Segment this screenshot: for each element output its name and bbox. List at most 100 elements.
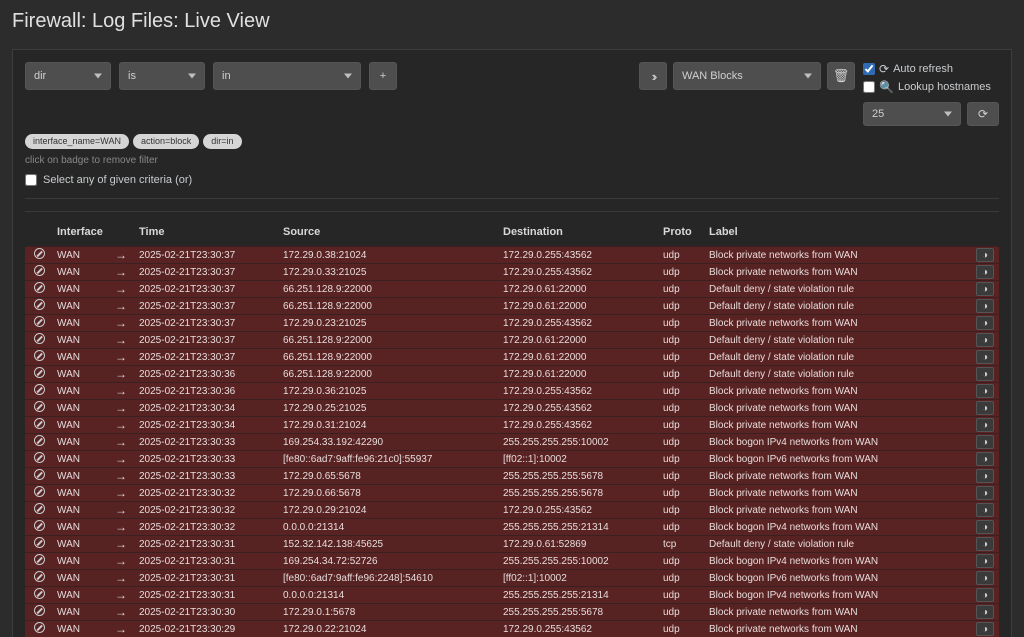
- arrow-right-icon: →: [115, 316, 127, 330]
- log-table: Interface Time Source Destination Proto …: [25, 218, 999, 637]
- cell-source: 0.0.0.0:21314: [279, 519, 499, 536]
- row-info-button[interactable]: ◑: [976, 435, 994, 449]
- row-info-button[interactable]: ◑: [976, 282, 994, 296]
- templates-expand-button[interactable]: ››: [639, 62, 667, 90]
- add-filter-button[interactable]: +: [369, 62, 397, 90]
- row-info-button[interactable]: ◑: [976, 571, 994, 585]
- table-row[interactable]: WAN→2025-02-21T23:30:32172.29.0.29:21024…: [25, 502, 999, 519]
- row-info-button[interactable]: ◑: [976, 605, 994, 619]
- row-info-button[interactable]: ◑: [976, 248, 994, 262]
- lookup-hostnames-toggle[interactable]: 🔍 Lookup hostnames: [863, 80, 999, 94]
- filter-badge[interactable]: dir=in: [203, 134, 241, 149]
- filter-op-select[interactable]: is: [119, 62, 205, 90]
- table-row[interactable]: WAN→2025-02-21T23:30:3666.251.128.9:2200…: [25, 366, 999, 383]
- cell-time: 2025-02-21T23:30:32: [135, 519, 279, 536]
- select-any-toggle[interactable]: Select any of given criteria (or): [25, 174, 999, 199]
- cell-proto: udp: [659, 366, 705, 383]
- row-info-button[interactable]: ◑: [976, 265, 994, 279]
- row-info-button[interactable]: ◑: [976, 384, 994, 398]
- table-row[interactable]: WAN→2025-02-21T23:30:3766.251.128.9:2200…: [25, 281, 999, 298]
- row-info-button[interactable]: ◑: [976, 452, 994, 466]
- cell-source: 66.251.128.9:22000: [279, 366, 499, 383]
- col-interface[interactable]: Interface: [53, 218, 111, 247]
- block-icon: [34, 350, 45, 361]
- row-info-button[interactable]: ◑: [976, 537, 994, 551]
- lookup-hostnames-checkbox[interactable]: [863, 81, 875, 93]
- col-source[interactable]: Source: [279, 218, 499, 247]
- reload-button[interactable]: ⟳: [967, 102, 999, 126]
- row-info-button[interactable]: ◑: [976, 401, 994, 415]
- cell-interface: WAN: [53, 400, 111, 417]
- auto-refresh-toggle[interactable]: ⟳ Auto refresh: [863, 62, 999, 76]
- cell-proto: udp: [659, 349, 705, 366]
- filter-badge[interactable]: action=block: [133, 134, 199, 149]
- caret-down-icon: [344, 74, 352, 79]
- table-row[interactable]: WAN→2025-02-21T23:30:310.0.0.0:21314255.…: [25, 587, 999, 604]
- cell-destination: 172.29.0.61:22000: [499, 281, 659, 298]
- cell-proto: udp: [659, 298, 705, 315]
- table-row[interactable]: WAN→2025-02-21T23:30:31152.32.142.138:45…: [25, 536, 999, 553]
- table-row[interactable]: WAN→2025-02-21T23:30:30172.29.0.1:567825…: [25, 604, 999, 621]
- table-row[interactable]: WAN→2025-02-21T23:30:31[fe80::6ad7:9aff:…: [25, 570, 999, 587]
- arrow-right-icon: →: [115, 282, 127, 296]
- arrow-right-icon: →: [115, 299, 127, 313]
- filter-value-select[interactable]: in: [213, 62, 361, 90]
- arrow-right-icon: →: [115, 384, 127, 398]
- cell-time: 2025-02-21T23:30:32: [135, 502, 279, 519]
- cell-proto: udp: [659, 332, 705, 349]
- table-row[interactable]: WAN→2025-02-21T23:30:3766.251.128.9:2200…: [25, 349, 999, 366]
- row-info-button[interactable]: ◑: [976, 503, 994, 517]
- cell-destination: 255.255.255.255:5678: [499, 485, 659, 502]
- col-label[interactable]: Label: [705, 218, 971, 247]
- table-row[interactable]: WAN→2025-02-21T23:30:31169.254.34.72:527…: [25, 553, 999, 570]
- row-info-button[interactable]: ◑: [976, 350, 994, 364]
- row-info-button[interactable]: ◑: [976, 418, 994, 432]
- cell-source: 172.29.0.23:21025: [279, 315, 499, 332]
- table-row[interactable]: WAN→2025-02-21T23:30:3766.251.128.9:2200…: [25, 298, 999, 315]
- templates-select[interactable]: WAN Blocks: [673, 62, 821, 90]
- page-size-value: 25: [872, 108, 884, 120]
- row-info-button[interactable]: ◑: [976, 554, 994, 568]
- row-info-button[interactable]: ◑: [976, 520, 994, 534]
- arrow-right-icon: →: [115, 401, 127, 415]
- table-row[interactable]: WAN→2025-02-21T23:30:33169.254.33.192:42…: [25, 434, 999, 451]
- table-row[interactable]: WAN→2025-02-21T23:30:37172.29.0.38:21024…: [25, 247, 999, 264]
- select-any-checkbox[interactable]: [25, 174, 37, 186]
- table-row[interactable]: WAN→2025-02-21T23:30:29172.29.0.22:21024…: [25, 621, 999, 637]
- row-info-button[interactable]: ◑: [976, 367, 994, 381]
- col-destination[interactable]: Destination: [499, 218, 659, 247]
- col-proto[interactable]: Proto: [659, 218, 705, 247]
- cell-destination: 255.255.255.255:10002: [499, 434, 659, 451]
- filter-badge[interactable]: interface_name=WAN: [25, 134, 129, 149]
- table-row[interactable]: WAN→2025-02-21T23:30:34172.29.0.25:21025…: [25, 400, 999, 417]
- table-row[interactable]: WAN→2025-02-21T23:30:37172.29.0.23:21025…: [25, 315, 999, 332]
- cell-label: Block private networks from WAN: [705, 383, 971, 400]
- log-scroll[interactable]: Interface Time Source Destination Proto …: [25, 218, 999, 637]
- row-info-button[interactable]: ◑: [976, 588, 994, 602]
- chevron-double-right-icon: ››: [652, 69, 655, 84]
- row-info-button[interactable]: ◑: [976, 622, 994, 636]
- table-row[interactable]: WAN→2025-02-21T23:30:34172.29.0.31:21024…: [25, 417, 999, 434]
- row-info-button[interactable]: ◑: [976, 486, 994, 500]
- cell-proto: udp: [659, 281, 705, 298]
- page-size-select[interactable]: 25: [863, 102, 961, 126]
- row-info-button[interactable]: ◑: [976, 469, 994, 483]
- table-row[interactable]: WAN→2025-02-21T23:30:320.0.0.0:21314255.…: [25, 519, 999, 536]
- table-row[interactable]: WAN→2025-02-21T23:30:32172.29.0.66:56782…: [25, 485, 999, 502]
- filter-field-select[interactable]: dir: [25, 62, 111, 90]
- cell-time: 2025-02-21T23:30:36: [135, 383, 279, 400]
- table-row[interactable]: WAN→2025-02-21T23:30:36172.29.0.36:21025…: [25, 383, 999, 400]
- col-time[interactable]: Time: [135, 218, 279, 247]
- table-row[interactable]: WAN→2025-02-21T23:30:33172.29.0.65:56782…: [25, 468, 999, 485]
- table-row[interactable]: WAN→2025-02-21T23:30:33[fe80::6ad7:9aff:…: [25, 451, 999, 468]
- cell-interface: WAN: [53, 349, 111, 366]
- row-info-button[interactable]: ◑: [976, 299, 994, 313]
- table-row[interactable]: WAN→2025-02-21T23:30:3766.251.128.9:2200…: [25, 332, 999, 349]
- table-row[interactable]: WAN→2025-02-21T23:30:37172.29.0.33:21025…: [25, 264, 999, 281]
- cell-interface: WAN: [53, 468, 111, 485]
- auto-refresh-checkbox[interactable]: [863, 63, 875, 75]
- delete-template-button[interactable]: 🗑: [827, 62, 855, 90]
- row-info-button[interactable]: ◑: [976, 333, 994, 347]
- row-info-button[interactable]: ◑: [976, 316, 994, 330]
- cell-label: Block private networks from WAN: [705, 485, 971, 502]
